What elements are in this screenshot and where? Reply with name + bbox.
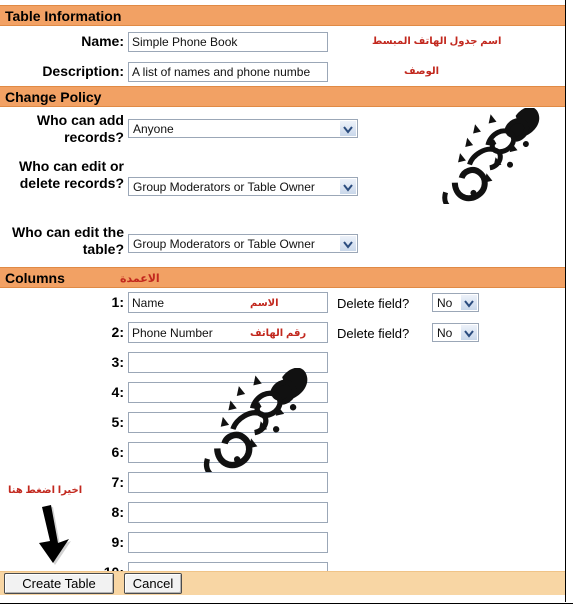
description-arabic-annotation: الوصف bbox=[404, 66, 440, 77]
description-label: Description: bbox=[42, 63, 124, 79]
who-can-edit-table-select[interactable]: Group Moderators or Table Owner bbox=[128, 234, 358, 253]
column-name-input[interactable] bbox=[128, 412, 328, 433]
chevron-down-icon[interactable] bbox=[339, 179, 356, 194]
name-arabic-annotation: اسم جدول الهاتف المبسط bbox=[372, 36, 502, 47]
delete-field-select[interactable]: No bbox=[432, 323, 479, 342]
column-name-input[interactable] bbox=[128, 352, 328, 373]
section-header-change-policy: Change Policy bbox=[0, 86, 565, 107]
description-input[interactable] bbox=[128, 62, 328, 82]
section-header-columns: Columns الاعمدة bbox=[0, 267, 565, 288]
delete-field-label: Delete field? bbox=[337, 326, 410, 341]
chevron-down-icon[interactable] bbox=[339, 121, 356, 136]
create-table-button[interactable]: Create Table bbox=[4, 573, 114, 594]
column-name-input[interactable] bbox=[128, 442, 328, 463]
section-title-change-policy: Change Policy bbox=[5, 89, 102, 105]
name-input[interactable] bbox=[128, 32, 328, 52]
delete-field-label: Delete field? bbox=[337, 296, 410, 311]
name-label: Name: bbox=[81, 33, 124, 49]
who-can-edit-delete-select[interactable]: Group Moderators or Table Owner bbox=[128, 177, 358, 196]
who-can-add-value: Anyone bbox=[133, 122, 174, 136]
section-header-table-information: Table Information bbox=[0, 5, 565, 26]
section-title-columns: Columns bbox=[5, 270, 65, 286]
column-row-number: 3: bbox=[111, 354, 124, 370]
create-table-page: Table Information Name: اسم جدول الهاتف … bbox=[0, 0, 573, 609]
who-can-edit-delete-label-text: Who can edit or delete records? bbox=[19, 158, 124, 191]
window-top-edge bbox=[0, 0, 573, 4]
who-can-add-select[interactable]: Anyone bbox=[128, 119, 358, 138]
chevron-down-icon[interactable] bbox=[339, 236, 356, 251]
who-can-add-label-text: Who can add records? bbox=[36, 112, 124, 145]
column-name-input[interactable] bbox=[128, 532, 328, 553]
column-name-input[interactable] bbox=[128, 472, 328, 493]
who-can-add-label: Who can add records? bbox=[0, 112, 124, 146]
column-row-number: 7: bbox=[111, 474, 124, 490]
column-row-number: 9: bbox=[111, 534, 124, 550]
column-row-number: 6: bbox=[111, 444, 124, 460]
click-here-annotation: اخيرا اضغط هنا bbox=[8, 485, 83, 496]
column-name-input[interactable] bbox=[128, 382, 328, 403]
columns-arabic-annotation: الاعمدة bbox=[120, 273, 160, 285]
who-can-edit-delete-label: Who can edit or delete records? bbox=[0, 158, 124, 192]
section-title-table-information: Table Information bbox=[5, 8, 122, 24]
delete-field-select[interactable]: No bbox=[432, 293, 479, 312]
chevron-down-icon[interactable] bbox=[460, 295, 477, 310]
column-row-number: 2: bbox=[111, 324, 124, 340]
who-can-edit-table-label: Who can edit the table? bbox=[0, 224, 124, 258]
window-bottom-border bbox=[0, 603, 573, 604]
delete-field-value: No bbox=[437, 296, 453, 310]
column-name-input[interactable] bbox=[128, 292, 328, 313]
calligraphy-watermark-icon bbox=[442, 108, 540, 204]
delete-field-value: No bbox=[437, 326, 453, 340]
who-can-edit-table-label-text: Who can edit the table? bbox=[12, 224, 124, 257]
down-arrow-annotation-icon bbox=[39, 505, 71, 565]
column-row-number: 8: bbox=[111, 504, 124, 520]
column-name-input[interactable] bbox=[128, 322, 328, 343]
column-row-number: 1: bbox=[111, 294, 124, 310]
window-right-border bbox=[565, 0, 566, 602]
column-name-input[interactable] bbox=[128, 502, 328, 523]
who-can-edit-table-value: Group Moderators or Table Owner bbox=[133, 237, 315, 251]
cancel-button[interactable]: Cancel bbox=[124, 573, 182, 594]
column-row-number: 4: bbox=[111, 384, 124, 400]
who-can-edit-delete-value: Group Moderators or Table Owner bbox=[133, 180, 315, 194]
chevron-down-icon[interactable] bbox=[460, 325, 477, 340]
column-row-number: 5: bbox=[111, 414, 124, 430]
